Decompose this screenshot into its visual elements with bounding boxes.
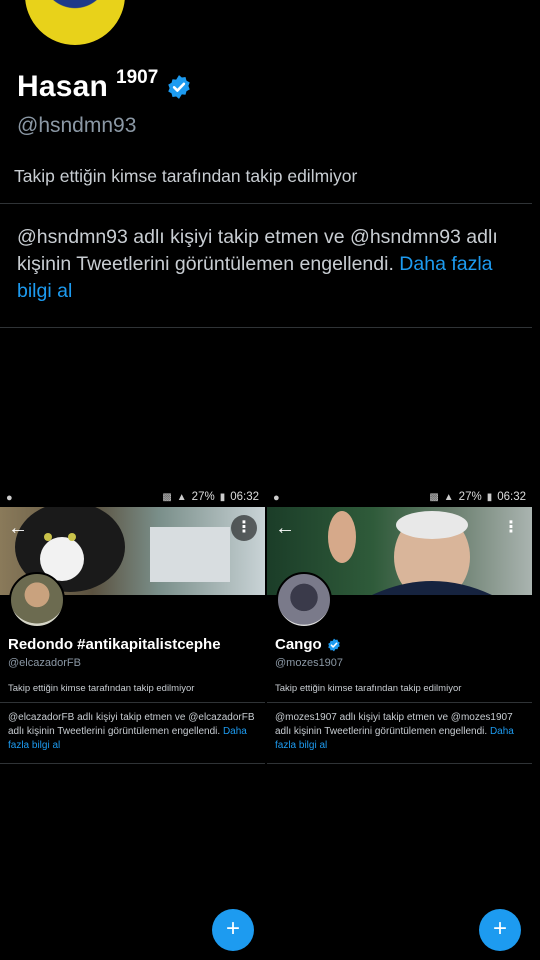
- blocked-message-text: @mozes1907 adlı kişiyi takip etmen ve @m…: [275, 712, 513, 737]
- battery-icon: ▮: [219, 491, 226, 503]
- profile-handle: @elcazadorFB: [8, 657, 81, 669]
- signal-icon: ▲: [443, 491, 454, 503]
- battery-level: 27%: [458, 491, 482, 503]
- status-time: 06:32: [230, 491, 259, 503]
- blocked-message-text: @elcazadorFB adlı kişiyi takip etmen ve …: [8, 712, 255, 737]
- more-vertical-icon[interactable]: ⋮: [231, 515, 257, 541]
- status-bar: ● ▩ ▲ 27% ▮ 06:32: [267, 489, 532, 507]
- avatar[interactable]: [9, 572, 65, 628]
- profile-screenshot-2: ● ▩ ▲ 27% ▮ 06:32 ← ⋮ Cango @mozes1907 T…: [267, 489, 532, 960]
- divider: [0, 203, 532, 204]
- status-time: 06:32: [497, 491, 526, 503]
- blocked-message: @mozes1907 adlı kişiyi takip etmen ve @m…: [275, 711, 527, 753]
- app-notification-icon: ●: [6, 492, 13, 504]
- profile-screenshot-1: ● ▩ ▲ 27% ▮ 06:32 ← ⋮ Redondo #antikapit…: [0, 489, 265, 960]
- status-bar: ● ▩ ▲ 27% ▮ 06:32: [0, 489, 265, 507]
- profile-name-suffix: 1907: [116, 67, 159, 88]
- profile-name: Hasan: [17, 70, 109, 103]
- profile-name-text: Redondo #antikapitalistcephe: [8, 636, 221, 653]
- verified-badge-icon: [168, 75, 191, 99]
- back-arrow-icon[interactable]: ←: [275, 517, 295, 540]
- divider: [267, 763, 532, 764]
- plus-icon: +: [225, 915, 240, 942]
- follow-note: Takip ettiğin kimse tarafından takip edi…: [8, 683, 195, 694]
- app-notification-icon: ●: [273, 492, 280, 504]
- compose-tweet-button[interactable]: +: [479, 909, 521, 951]
- profile-name-text: Cango: [275, 636, 322, 653]
- divider: [0, 327, 532, 328]
- signal-icon: ▲: [176, 491, 187, 503]
- divider: [267, 702, 532, 703]
- profile-handle: @hsndmn93: [17, 114, 137, 137]
- battery-icon: ▮: [486, 491, 493, 503]
- profile-handle: @mozes1907: [275, 657, 344, 669]
- more-vertical-icon[interactable]: ⋮: [498, 515, 524, 541]
- compose-tweet-button[interactable]: +: [212, 909, 254, 951]
- blocked-message: @hsndmn93 adlı kişiyi takip etmen ve @hs…: [17, 224, 522, 305]
- profile-name: Cango: [275, 636, 341, 653]
- profile-avatar[interactable]: [22, 0, 128, 48]
- mute-icon: ▩: [429, 491, 439, 503]
- profile-name: Redondo #antikapitalistcephe: [8, 636, 221, 653]
- battery-level: 27%: [191, 491, 215, 503]
- verified-badge-icon: [327, 638, 340, 651]
- follow-note: Takip ettiğin kimse tarafından takip edi…: [14, 166, 358, 186]
- divider: [0, 702, 265, 703]
- plus-icon: +: [492, 915, 507, 942]
- mute-icon: ▩: [162, 491, 172, 503]
- profile-name-row: Hasan 1907: [17, 67, 192, 104]
- blocked-message: @elcazadorFB adlı kişiyi takip etmen ve …: [8, 711, 260, 753]
- follow-note: Takip ettiğin kimse tarafından takip edi…: [275, 683, 462, 694]
- avatar[interactable]: [276, 572, 332, 628]
- back-arrow-icon[interactable]: ←: [8, 517, 28, 540]
- divider: [0, 763, 265, 764]
